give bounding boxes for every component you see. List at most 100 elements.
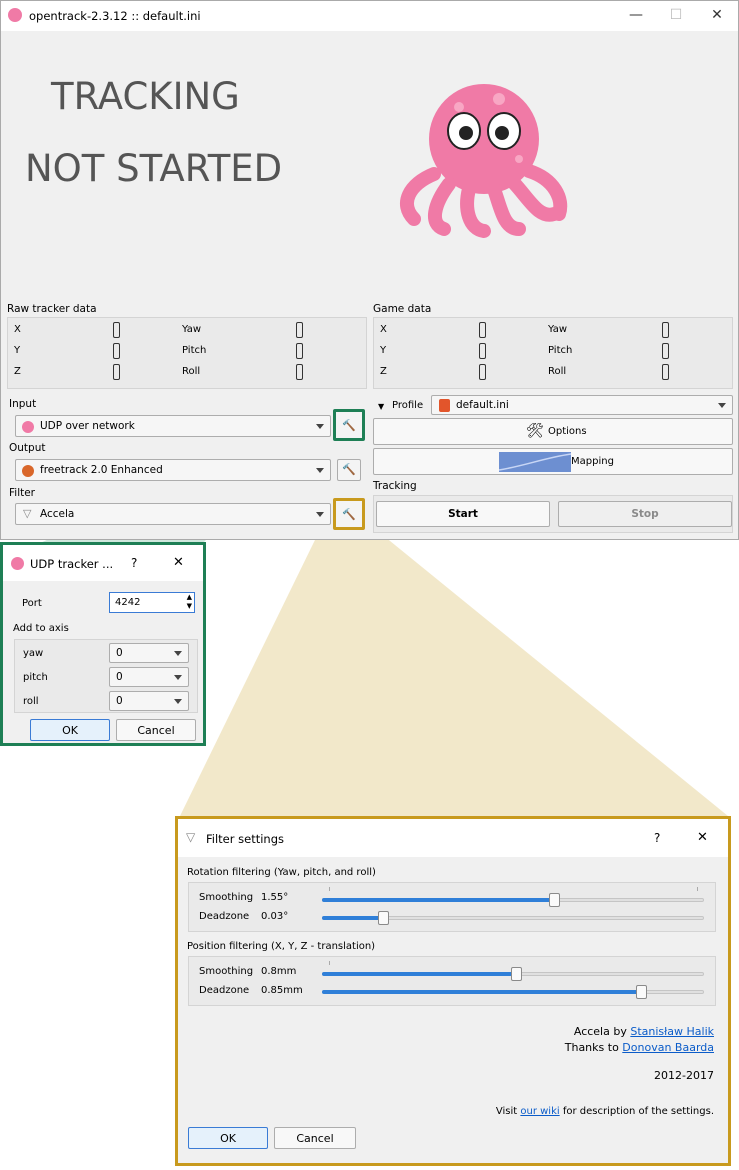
slider-fill [322,898,554,902]
filter-cancel-button[interactable]: Cancel [274,1127,356,1149]
game-data-label: Game data [373,303,432,315]
start-button[interactable]: Start [376,501,550,527]
profile-select[interactable]: default.ini [431,395,733,415]
chevron-down-icon [718,403,726,408]
author-link[interactable]: Stanisław Halik [630,1025,714,1038]
slider-fill [322,916,383,920]
raw-roll-label: Roll [182,366,201,377]
game-y-label: Y [380,345,387,356]
game-pitch-label: Pitch [548,345,573,356]
app-octopus-icon [8,8,22,22]
game-data-panel: X Y Z Yaw Pitch Roll [373,317,733,389]
spin-down-icon[interactable]: ▼ [187,602,192,610]
filter-close-button[interactable]: ✕ [697,830,708,845]
rot-smoothing-slider[interactable] [322,893,704,907]
raw-pitch-label: Pitch [182,345,207,356]
rot-deadzone-slider[interactable] [322,911,704,925]
udp-close-button[interactable]: ✕ [173,555,184,570]
filter-settings-dialog: ▽ Filter settings ? ✕ Rotation filtering… [175,816,731,1166]
game-yaw-value [662,322,669,338]
position-panel: Smoothing 0.8mm Deadzone 0.85mm [188,956,716,1006]
filter-callout-connector [180,497,728,816]
game-yaw-label: Yaw [548,324,568,335]
slider-handle[interactable] [636,985,648,999]
axis-yaw-select[interactable]: 0 [109,643,189,663]
slider-handle[interactable] [548,893,560,907]
spin-up-icon[interactable]: ▲ [187,593,192,601]
input-select[interactable]: UDP over network [15,415,331,437]
tools-icon: 🛠 [526,423,544,439]
title-bar: opentrack-2.3.12 :: default.ini — ☐ ✕ [1,1,738,31]
axis-yaw-label: yaw [23,648,44,659]
slider-handle[interactable] [377,911,389,925]
axis-panel: yaw 0 pitch 0 roll 0 [14,639,198,713]
pos-deadzone-slider[interactable] [322,985,704,999]
stop-button[interactable]: Stop [558,501,732,527]
axis-pitch-select[interactable]: 0 [109,667,189,687]
chevron-down-icon [316,468,324,473]
thanks-link[interactable]: Donovan Baarda [622,1041,714,1054]
freetrack-icon [22,465,34,477]
output-select[interactable]: freetrack 2.0 Enhanced [15,459,331,481]
filter-help-button[interactable]: ? [654,831,660,845]
pos-deadzone-value: 0.85mm [261,985,303,996]
thanks-line: Thanks to Donovan Baarda [565,1040,714,1056]
funnel-icon: ▽ [186,830,196,844]
filter-settings-button[interactable]: 🔨 [333,498,365,530]
filter-dialog-title: Filter settings [206,832,284,846]
close-button[interactable]: ✕ [707,7,727,25]
filter-dialog-titlebar: ▽ Filter settings ? ✕ [178,819,728,857]
raw-x-label: X [14,324,21,335]
pos-smoothing-slider[interactable] [322,967,704,981]
raw-tracker-label: Raw tracker data [7,303,97,315]
credit-prefix: Accela by [573,1025,631,1038]
pos-smoothing-value: 0.8mm [261,966,297,977]
minimize-button[interactable]: — [626,7,646,25]
input-settings-button[interactable]: 🔨 [333,409,365,441]
mapping-button-label: Mapping [571,456,614,467]
hammer-icon: 🔨 [342,508,356,521]
filter-ok-button[interactable]: OK [188,1127,268,1149]
axis-yaw-value: 0 [116,647,123,659]
filter-select-value: Accela [40,508,75,520]
game-roll-label: Roll [548,366,567,377]
axis-roll-select[interactable]: 0 [109,691,189,711]
filter-label: Filter [9,487,36,499]
game-pitch-value [662,343,669,359]
chevron-down-icon [174,651,182,656]
game-x-value [479,322,486,338]
wiki-line: Visit our wiki for description of the se… [496,1106,714,1117]
hammer-icon: 🔨 [342,463,356,476]
options-button-label: Options [548,426,587,437]
chevron-down-icon [174,699,182,704]
options-button[interactable]: 🛠 Options [373,418,733,445]
port-spinbox[interactable]: 4242 ▲ ▼ [109,592,195,613]
slider-handle[interactable] [510,967,522,981]
slider-fill [322,990,642,994]
status-line-2: NOT STARTED [25,147,283,190]
maximize-button[interactable]: ☐ [666,7,686,25]
raw-z-label: Z [14,366,21,377]
octopus-logo-icon [400,84,568,238]
filter-select[interactable]: ▽ Accela [15,503,331,525]
profile-label: Profile [392,400,424,411]
profile-menu-arrow-icon[interactable]: ▼ [378,402,384,411]
raw-z-value [113,364,120,380]
udp-help-button[interactable]: ? [131,556,137,570]
pos-deadzone-label: Deadzone [199,985,250,996]
udp-cancel-button[interactable]: Cancel [116,719,196,741]
rotation-panel: Smoothing 1.55° Deadzone 0.03° [188,882,716,932]
window-title: opentrack-2.3.12 :: default.ini [29,9,201,23]
rotation-filtering-label: Rotation filtering (Yaw, pitch, and roll… [187,867,376,878]
rot-deadzone-value: 0.03° [261,911,289,922]
profile-select-value: default.ini [456,399,509,411]
output-settings-button[interactable]: 🔨 [337,459,361,481]
udp-ok-button[interactable]: OK [30,719,110,741]
chevron-down-icon [316,424,324,429]
mapping-button[interactable]: Mapping [373,448,733,475]
udp-dialog-title: UDP tracker ... [30,557,114,571]
funnel-icon: ▽ [23,507,32,520]
game-z-value [479,364,486,380]
wiki-link[interactable]: our wiki [520,1106,559,1117]
axis-pitch-label: pitch [23,672,48,683]
